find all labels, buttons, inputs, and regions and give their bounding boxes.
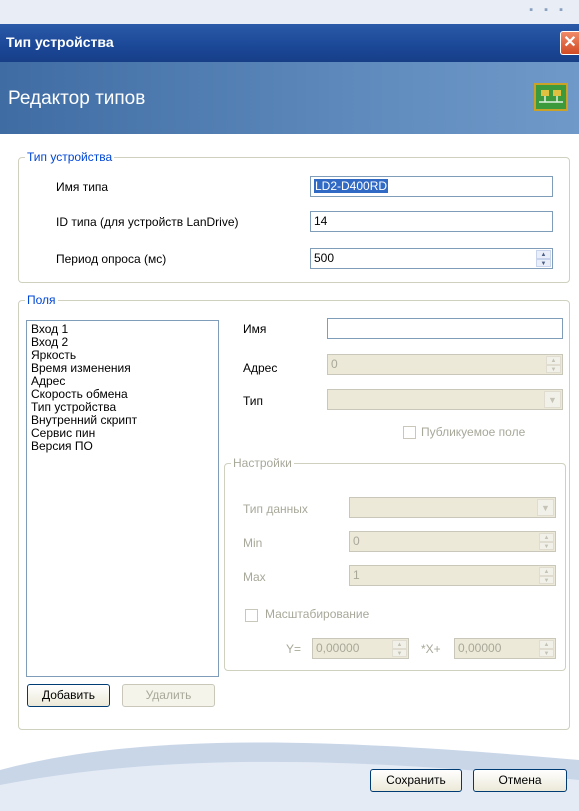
cancel-button[interactable]: Отмена xyxy=(473,769,567,792)
add-button[interactable]: Добавить xyxy=(27,684,110,707)
scaling-checkbox[interactable] xyxy=(245,609,258,622)
max-label: Max xyxy=(243,570,266,584)
close-button[interactable]: ✕ xyxy=(560,31,579,55)
circuit-board-icon xyxy=(534,83,568,111)
y-stepper[interactable]: 0,00000 ▲ ▼ xyxy=(312,638,409,659)
public-field-checkbox[interactable] xyxy=(403,426,416,439)
x-label: *X+ xyxy=(421,642,441,656)
x-spin-buttons[interactable]: ▲ ▼ xyxy=(539,640,554,657)
poll-period-value: 500 xyxy=(314,251,335,265)
title-bar: Тип устройства ✕ xyxy=(0,24,579,62)
public-field-label: Публикуемое поле xyxy=(421,425,526,439)
spin-up-icon[interactable]: ▲ xyxy=(546,356,561,365)
type-id-label: ID типа (для устройств LanDrive) xyxy=(56,215,239,229)
spin-down-icon[interactable]: ▼ xyxy=(546,364,561,373)
type-name-input[interactable]: LD2-D400RD xyxy=(310,176,553,197)
y-label: Y= xyxy=(286,642,302,656)
type-name-label: Имя типа xyxy=(56,180,109,194)
spin-down-icon[interactable]: ▼ xyxy=(539,648,554,657)
chevron-down-icon[interactable]: ▼ xyxy=(544,391,561,408)
field-type-label: Тип xyxy=(243,394,264,408)
spin-down-icon[interactable]: ▼ xyxy=(539,575,554,584)
min-value: 0 xyxy=(353,534,360,548)
field-address-stepper[interactable]: 0 ▲ ▼ xyxy=(327,354,563,375)
min-label: Min xyxy=(243,536,263,550)
fields-legend: Поля xyxy=(25,293,58,307)
spin-down-icon[interactable]: ▼ xyxy=(392,648,407,657)
poll-period-stepper[interactable]: 500 ▲ ▼ xyxy=(310,248,553,269)
device-type-legend: Тип устройства xyxy=(25,150,115,164)
data-type-label: Тип данных xyxy=(243,502,308,516)
field-type-select[interactable]: ▼ xyxy=(327,389,563,410)
delete-button[interactable]: Удалить xyxy=(122,684,215,707)
spin-down-icon[interactable]: ▼ xyxy=(536,258,551,267)
poll-period-spin-buttons[interactable]: ▲ ▼ xyxy=(536,250,551,267)
address-spin-buttons[interactable]: ▲ ▼ xyxy=(546,356,561,373)
chevron-down-icon[interactable]: ▼ xyxy=(537,499,554,516)
max-stepper[interactable]: 1 ▲ ▼ xyxy=(349,565,556,586)
banner-title: Редактор типов xyxy=(8,88,146,109)
type-id-input[interactable]: 14 xyxy=(310,211,553,232)
min-spin-buttons[interactable]: ▲ ▼ xyxy=(539,533,554,550)
scaling-label: Масштабирование xyxy=(265,607,370,621)
spin-down-icon[interactable]: ▼ xyxy=(539,541,554,550)
min-stepper[interactable]: 0 ▲ ▼ xyxy=(349,531,556,552)
tray-icons: ▪ ▪ ▪ xyxy=(529,4,567,16)
spin-up-icon[interactable]: ▲ xyxy=(539,640,554,649)
spin-up-icon[interactable]: ▲ xyxy=(392,640,407,649)
spin-up-icon[interactable]: ▲ xyxy=(539,533,554,542)
fields-list[interactable]: Вход 1 Вход 2 Яркость Время изменения Ад… xyxy=(26,320,219,677)
settings-legend: Настройки xyxy=(231,456,294,470)
max-spin-buttons[interactable]: ▲ ▼ xyxy=(539,567,554,584)
field-name-input[interactable] xyxy=(327,318,563,339)
x-value: 0,00000 xyxy=(458,641,502,655)
data-type-select[interactable]: ▼ xyxy=(349,497,556,518)
save-button[interactable]: Сохранить xyxy=(370,769,462,792)
type-name-value: LD2-D400RD xyxy=(314,179,389,193)
y-value: 0,00000 xyxy=(316,641,360,655)
list-item[interactable]: Версия ПО xyxy=(31,440,214,453)
x-stepper[interactable]: 0,00000 ▲ ▼ xyxy=(454,638,556,659)
y-spin-buttons[interactable]: ▲ ▼ xyxy=(392,640,407,657)
spin-up-icon[interactable]: ▲ xyxy=(539,567,554,576)
field-address-label: Адрес xyxy=(243,361,278,375)
max-value: 1 xyxy=(353,568,360,582)
poll-period-label: Период опроса (мс) xyxy=(56,252,167,266)
field-name-label: Имя xyxy=(243,322,267,336)
top-strip: ▪ ▪ ▪ xyxy=(0,0,579,25)
window-title: Тип устройства xyxy=(6,34,114,50)
banner: Редактор типов xyxy=(0,62,579,134)
spin-up-icon[interactable]: ▲ xyxy=(536,250,551,259)
field-address-value: 0 xyxy=(331,357,338,371)
